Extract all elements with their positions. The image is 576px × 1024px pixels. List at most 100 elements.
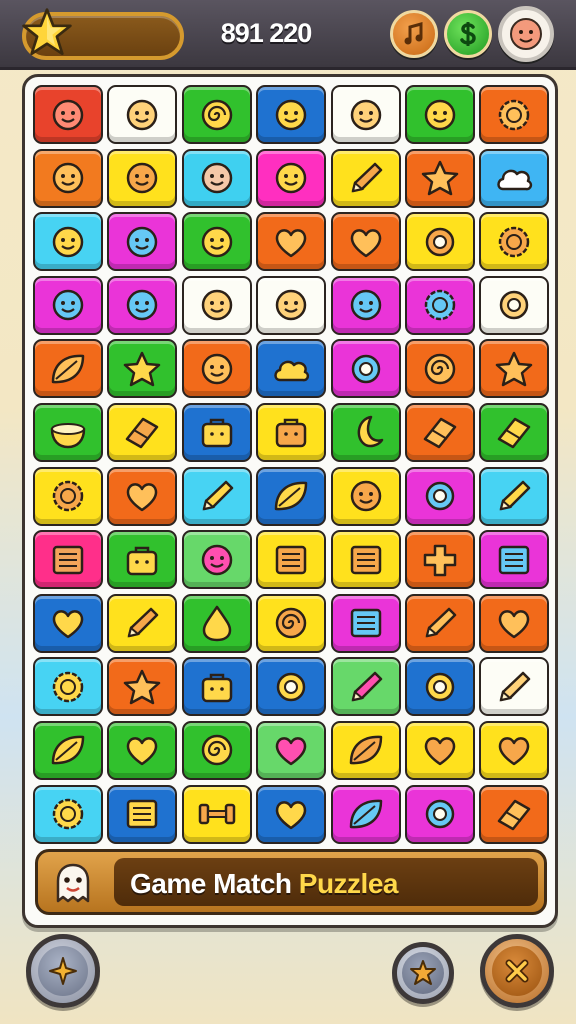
hint-button[interactable]: [26, 934, 100, 1008]
game-board: Game Match Puzzlea: [22, 74, 558, 928]
tile[interactable]: [256, 720, 327, 780]
tile[interactable]: [330, 402, 401, 462]
tile[interactable]: [404, 148, 475, 208]
tile[interactable]: [33, 212, 103, 272]
tile[interactable]: [33, 530, 103, 590]
tile[interactable]: [33, 275, 103, 335]
tile[interactable]: [256, 212, 327, 272]
tile[interactable]: [404, 85, 475, 144]
tile[interactable]: [256, 530, 327, 590]
tile[interactable]: [404, 784, 475, 844]
tile[interactable]: [330, 339, 401, 399]
tile[interactable]: [404, 593, 475, 653]
tile[interactable]: [330, 148, 401, 208]
tile[interactable]: [107, 657, 178, 717]
bag-icon: [275, 419, 307, 448]
tile[interactable]: [107, 339, 178, 399]
star-icon: [124, 351, 161, 387]
tile[interactable]: [330, 657, 401, 717]
tile[interactable]: [256, 85, 327, 144]
tile[interactable]: [256, 148, 327, 208]
tile[interactable]: [107, 275, 178, 335]
title-accent: Puzzlea: [298, 868, 399, 899]
tile[interactable]: [479, 530, 550, 590]
tile[interactable]: [256, 275, 327, 335]
face-icon: [424, 99, 456, 130]
tile[interactable]: [479, 212, 550, 272]
tile[interactable]: [33, 720, 103, 780]
tile[interactable]: [181, 275, 252, 335]
tile[interactable]: [107, 402, 178, 462]
tile[interactable]: [181, 784, 252, 844]
tile[interactable]: [181, 657, 252, 717]
tile[interactable]: [330, 466, 401, 526]
tile[interactable]: [404, 657, 475, 717]
tile[interactable]: [479, 275, 550, 335]
tile[interactable]: [404, 720, 475, 780]
tile[interactable]: [256, 784, 327, 844]
tile[interactable]: [404, 339, 475, 399]
tile[interactable]: [107, 85, 178, 144]
tile[interactable]: [181, 593, 252, 653]
tile[interactable]: [479, 85, 550, 144]
music-button[interactable]: [390, 10, 438, 58]
face-icon: [350, 480, 381, 512]
tile[interactable]: [256, 657, 327, 717]
tile[interactable]: [330, 212, 401, 272]
tile[interactable]: [330, 720, 401, 780]
tile[interactable]: [479, 593, 550, 653]
tile[interactable]: [107, 784, 178, 844]
booster-button[interactable]: [392, 942, 454, 1004]
tile[interactable]: [107, 593, 178, 653]
tile[interactable]: [181, 402, 252, 462]
tile[interactable]: [330, 85, 401, 144]
pencil-icon: [202, 480, 234, 511]
tile[interactable]: [256, 339, 327, 399]
tile[interactable]: [33, 402, 103, 462]
tile[interactable]: [479, 720, 550, 780]
tile[interactable]: [479, 339, 550, 399]
tile[interactable]: [181, 466, 252, 526]
flower-icon: [52, 798, 84, 830]
tile[interactable]: [181, 720, 252, 780]
tile[interactable]: [330, 784, 401, 844]
tile[interactable]: [256, 593, 327, 653]
tile[interactable]: [181, 148, 252, 208]
tile[interactable]: [404, 212, 475, 272]
tile[interactable]: [479, 784, 550, 844]
tile[interactable]: [479, 148, 550, 208]
tile[interactable]: [181, 530, 252, 590]
tile[interactable]: [330, 593, 401, 653]
tile[interactable]: [404, 275, 475, 335]
tile[interactable]: [181, 85, 252, 144]
tile[interactable]: [107, 466, 178, 526]
tile[interactable]: [256, 402, 327, 462]
tile[interactable]: [33, 85, 103, 144]
tile[interactable]: [33, 784, 103, 844]
tile[interactable]: [33, 593, 103, 653]
tile[interactable]: [107, 720, 178, 780]
close-button[interactable]: [480, 934, 554, 1008]
profile-avatar-button[interactable]: [498, 6, 554, 62]
tile[interactable]: [256, 466, 327, 526]
tile[interactable]: [330, 275, 401, 335]
tile[interactable]: [404, 466, 475, 526]
pencil-icon: [499, 671, 531, 702]
tile[interactable]: [107, 212, 178, 272]
tile[interactable]: [181, 212, 252, 272]
tile[interactable]: [479, 657, 550, 717]
tile[interactable]: [404, 530, 475, 590]
tile[interactable]: [181, 339, 252, 399]
tile[interactable]: [33, 339, 103, 399]
tile[interactable]: [107, 530, 178, 590]
tile[interactable]: [404, 402, 475, 462]
tile[interactable]: [479, 402, 550, 462]
tile[interactable]: [479, 466, 550, 526]
tile[interactable]: [33, 466, 103, 526]
bag-icon: [201, 419, 233, 448]
tile[interactable]: [33, 657, 103, 717]
tile[interactable]: [107, 148, 178, 208]
tile[interactable]: [330, 530, 401, 590]
tile[interactable]: [33, 148, 103, 208]
coin-button[interactable]: [444, 10, 492, 58]
